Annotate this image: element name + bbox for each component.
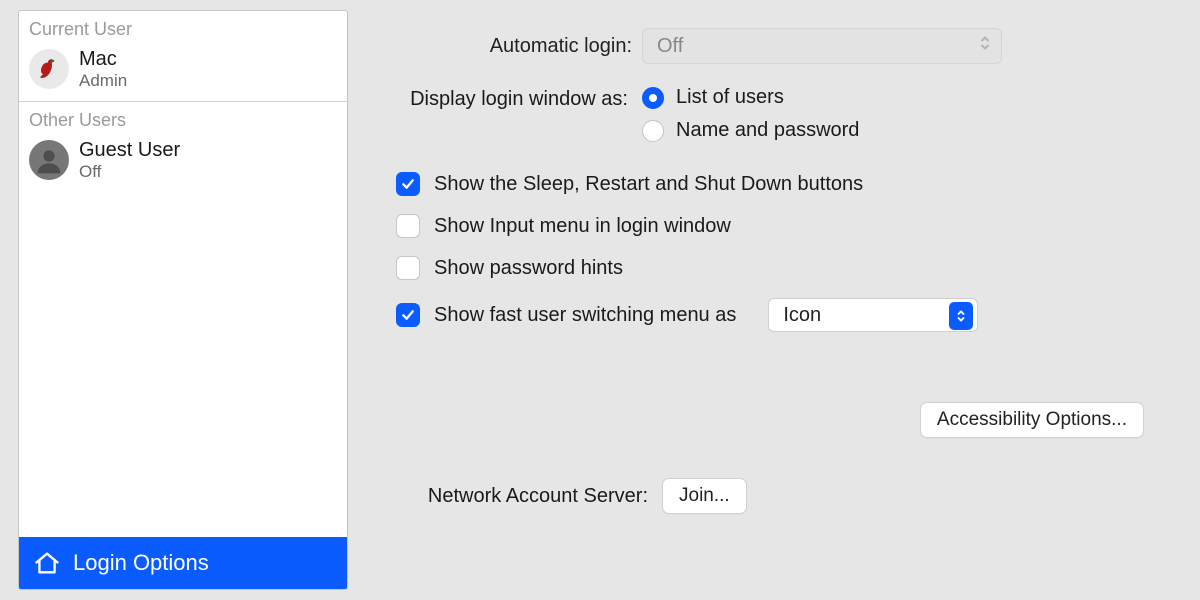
automatic-login-label: Automatic login: xyxy=(390,35,642,58)
join-button[interactable]: Join... xyxy=(662,478,747,514)
user-text: Mac Admin xyxy=(79,48,127,91)
sidebar-item-login-options[interactable]: Login Options xyxy=(19,537,347,589)
checkbox-input[interactable] xyxy=(396,303,420,327)
accessibility-options-button[interactable]: Accessibility Options... xyxy=(920,402,1144,438)
accessibility-row: Accessibility Options... xyxy=(390,402,1166,438)
updown-chevron-icon xyxy=(956,308,966,324)
sidebar-user-guest[interactable]: Guest User Off xyxy=(19,135,347,192)
display-login-window-as: Display login window as: List of users N… xyxy=(390,86,1166,142)
automatic-login-row: Automatic login: Off xyxy=(390,28,1166,64)
fast-user-switching-select[interactable]: Icon xyxy=(768,298,978,332)
checkbox-input[interactable] xyxy=(396,172,420,196)
preferences-pane: Current User Mac Admin Other Users xyxy=(0,0,1200,600)
users-sidebar: Current User Mac Admin Other Users xyxy=(18,10,348,590)
radio-options: List of users Name and password xyxy=(642,86,859,142)
user-status: Off xyxy=(79,162,180,182)
user-name: Guest User xyxy=(79,139,180,162)
select-chevron-button[interactable] xyxy=(949,302,973,330)
network-account-server-row: Network Account Server: Join... xyxy=(390,478,1166,514)
select-value: Icon xyxy=(783,304,821,327)
avatar-current-user xyxy=(29,49,69,89)
radio-label: List of users xyxy=(676,86,784,109)
avatar-guest-user xyxy=(29,140,69,180)
sidebar-user-current[interactable]: Mac Admin xyxy=(19,44,347,101)
checkbox-label: Show password hints xyxy=(434,257,623,280)
automatic-login-value: Off xyxy=(657,35,683,58)
radio-input[interactable] xyxy=(642,87,664,109)
checkbox-input[interactable] xyxy=(396,214,420,238)
network-account-server-label: Network Account Server: xyxy=(390,485,662,508)
check-icon xyxy=(400,176,416,192)
other-users-header: Other Users xyxy=(19,102,347,135)
updown-chevron-icon xyxy=(979,34,991,58)
check-show-input-menu[interactable]: Show Input menu in login window xyxy=(396,214,1166,238)
radio-list-of-users[interactable]: List of users xyxy=(642,86,859,109)
silhouette-icon xyxy=(33,144,65,176)
automatic-login-select[interactable]: Off xyxy=(642,28,1002,64)
radio-label: Name and password xyxy=(676,119,859,142)
check-icon xyxy=(400,307,416,323)
checkbox-label: Show Input menu in login window xyxy=(434,215,731,238)
current-user-header: Current User xyxy=(19,11,347,44)
house-icon xyxy=(33,549,61,577)
checkbox-input[interactable] xyxy=(396,256,420,280)
pepper-icon xyxy=(36,56,62,82)
display-as-label: Display login window as: xyxy=(390,86,642,111)
check-show-sleep-restart[interactable]: Show the Sleep, Restart and Shut Down bu… xyxy=(396,172,1166,196)
checkbox-label: Show fast user switching menu as xyxy=(434,304,736,327)
radio-input[interactable] xyxy=(642,120,664,142)
radio-name-and-password[interactable]: Name and password xyxy=(642,119,859,142)
login-options-panel: Automatic login: Off Display login windo… xyxy=(348,0,1200,600)
check-show-password-hints[interactable]: Show password hints xyxy=(396,256,1166,280)
user-name: Mac xyxy=(79,48,127,71)
login-options-label: Login Options xyxy=(73,550,209,576)
checkbox-label: Show the Sleep, Restart and Shut Down bu… xyxy=(434,173,863,196)
user-role: Admin xyxy=(79,71,127,91)
check-fast-user-switching[interactable]: Show fast user switching menu as Icon xyxy=(396,298,1166,332)
checkbox-list: Show the Sleep, Restart and Shut Down bu… xyxy=(390,172,1166,332)
user-text: Guest User Off xyxy=(79,139,180,182)
sidebar-spacer xyxy=(19,191,347,537)
